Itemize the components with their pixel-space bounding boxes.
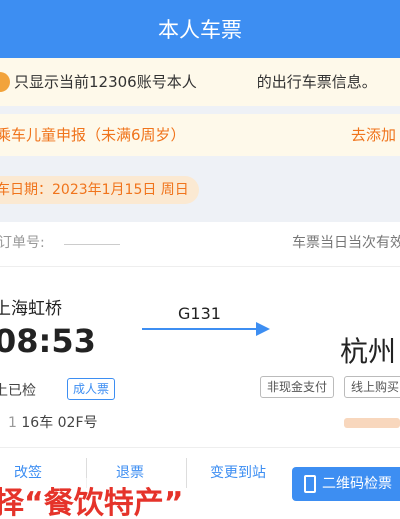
ticket-type-badge: 成人票 (67, 378, 116, 400)
change-station-button[interactable]: 变更到站 (196, 458, 280, 488)
seat-prefix-redacted: 1 (8, 415, 17, 431)
notice-text-end: 的出行车票信息。 (256, 73, 377, 91)
departure-station: 上海虹桥 (0, 299, 62, 319)
child-declaration-text: 乘车儿童申报（未满6周岁） (0, 126, 186, 144)
phone-icon (304, 475, 316, 493)
payment-tag-online: 线上购买 (344, 376, 400, 398)
price-redacted (344, 418, 400, 428)
qr-check-button[interactable]: 二维码检票 (292, 467, 400, 501)
payment-tag-cashless: 非现金支付 (260, 376, 335, 398)
page-header: 本人车票 (0, 0, 400, 58)
notice-text-start: 只显示当前12306账号本人 (14, 73, 197, 91)
ticket-card: 订单号: 车票当日当次有效 上海虹桥 08:53 G131 杭州 上已检 成人票… (0, 222, 400, 519)
seat-info: 1 16车 02F号 (8, 412, 98, 432)
arrival-time-redacted (328, 288, 400, 328)
ticket-validity: 车票当日当次有效 (292, 235, 400, 251)
divider (0, 447, 400, 448)
divider (0, 266, 400, 267)
notice-occluder (196, 72, 257, 93)
child-declaration-bar: 乘车儿童申报（未满6周岁） 去添加 (0, 114, 400, 156)
qr-check-label: 二维码检票 (322, 476, 392, 492)
check-status: 上已检 (0, 383, 36, 399)
arrival-station: 杭州 (340, 335, 397, 368)
page-title: 本人车票 (158, 18, 242, 42)
action-separator (186, 458, 187, 488)
train-number: G131 (178, 304, 221, 323)
overlay-caption: 择“餐饮特产” (0, 478, 184, 519)
order-number-redacted (64, 244, 120, 245)
departure-time: 08:53 (0, 322, 96, 360)
direction-arrow-icon (142, 328, 264, 330)
info-icon (0, 72, 10, 92)
notice-banner: 只显示当前12306账号本人 的出行车票信息。 (0, 58, 400, 106)
add-child-link[interactable]: 去添加 (351, 114, 396, 156)
arrow-head-icon (256, 322, 270, 336)
ride-date-badge: 车日期：2023年1月15日 周日 (0, 176, 199, 204)
seat-number: 16车 02F号 (21, 415, 98, 431)
order-number-label: 订单号: (0, 235, 45, 251)
